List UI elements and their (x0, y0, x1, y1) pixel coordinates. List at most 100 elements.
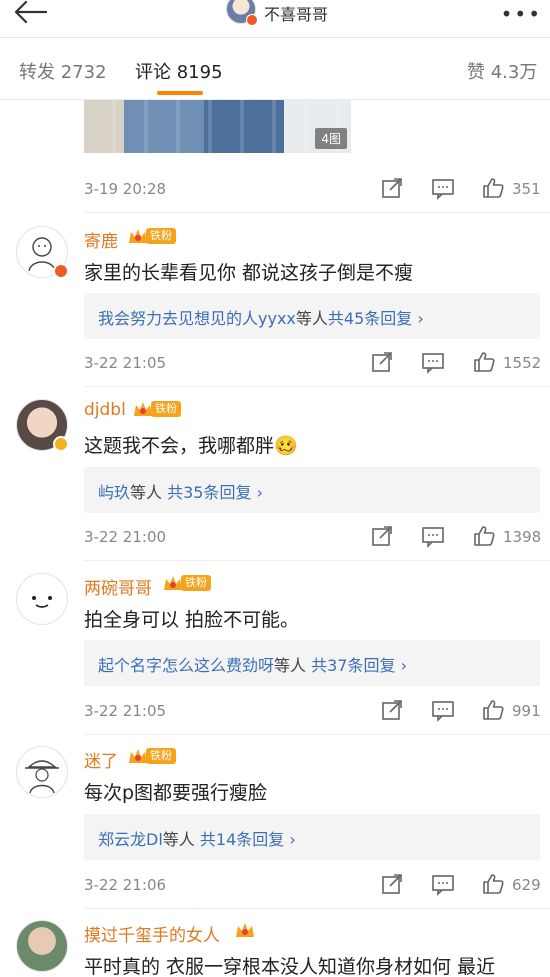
hat-figure-icon (25, 760, 59, 794)
fan-badge: 铁粉 (132, 399, 181, 419)
fan-tag: 铁粉 (181, 575, 211, 591)
reply-suffix: 等人 (162, 830, 195, 849)
fan-badge: 铁粉 (162, 573, 211, 593)
reply-suffix: 等人 (295, 309, 328, 328)
tab-reposts[interactable]: 转发 2732 (19, 58, 107, 84)
tab-likes[interactable]: 赞 4.3万 (467, 58, 537, 84)
like-count: 351 (512, 180, 541, 198)
more-options-icon[interactable]: ••• (501, 2, 542, 26)
comment-text: 拍全身可以 拍脸不可能。 (84, 609, 300, 631)
reply-summary[interactable]: 郑云龙Dl等人 共14条回复 › (84, 814, 540, 860)
reply-summary[interactable]: 我会努力去见想见的人yyxx等人共45条回复 › (84, 293, 540, 339)
reply-suffix: 等人 (130, 483, 163, 502)
crown-icon (236, 923, 254, 937)
post-time: 3-19 20:28 (84, 180, 167, 198)
reply-summary-text: 我会努力去见想见的人yyxx等人共45条回复 › (98, 305, 424, 329)
comment-time: 3-22 21:00 (84, 528, 167, 546)
reply-summary-text: 郑云龙Dl等人 共14条回复 › (98, 826, 296, 850)
chevron-right-icon: › (400, 656, 407, 675)
comment-icon[interactable] (421, 350, 445, 374)
reply-summary[interactable]: 屿玖等人 共35条回复 › (84, 467, 540, 513)
comment-text: 家里的长辈看见你 都说这孩子倒是不瘦 (84, 262, 414, 284)
comment-user-name[interactable]: 寄鹿 (84, 227, 118, 252)
share-icon[interactable] (370, 350, 394, 374)
comment-time: 3-22 21:06 (84, 876, 167, 894)
comment-text: 每次p图都要强行瘦脸 (84, 782, 268, 804)
like-count: 629 (512, 876, 541, 894)
divider (84, 386, 550, 387)
active-tab-indicator (157, 91, 203, 95)
reply-user: 我会努力去见想见的人yyxx (98, 309, 296, 328)
post-image[interactable]: 4图 (84, 100, 351, 153)
comment-icon[interactable] (431, 872, 455, 896)
smiley-face-icon (32, 596, 52, 608)
divider (84, 212, 550, 213)
share-icon[interactable] (380, 176, 404, 200)
fan-badge: 铁粉 (127, 746, 176, 766)
fan-badge: 铁粉 (127, 226, 176, 246)
tab-bar: 转发 2732 评论 8195 赞 4.3万 (0, 38, 550, 100)
reply-count: 共35条回复 (167, 483, 252, 502)
avatar[interactable] (16, 920, 68, 972)
avatar[interactable] (16, 399, 69, 452)
chevron-right-icon: › (256, 483, 263, 502)
share-icon[interactable] (380, 872, 404, 896)
reply-summary-text: 起个名字怎么这么费劲呀等人 共37条回复 › (98, 652, 407, 676)
fan-tag: 铁粉 (151, 401, 181, 417)
fan-tag: 铁粉 (146, 748, 176, 764)
verified-icon (53, 263, 69, 279)
chevron-right-icon: › (417, 309, 424, 328)
avatar[interactable] (16, 573, 68, 625)
comment-meta: 3-22 21:00 1398 (84, 524, 544, 550)
like-icon[interactable] (472, 524, 496, 548)
reply-count: 共14条回复 (199, 830, 285, 849)
fan-tag: 铁粉 (146, 228, 176, 244)
avatar[interactable] (16, 226, 69, 279)
comment-user-name[interactable]: 摸过千玺手的女人 (84, 921, 220, 946)
comment-icon[interactable] (431, 176, 455, 200)
image-count-badge: 4图 (315, 128, 347, 149)
reply-summary[interactable]: 起个名字怎么这么费劲呀等人 共37条回复 › (84, 640, 540, 686)
verified-icon (246, 14, 258, 26)
like-count: 991 (512, 702, 541, 720)
comment-user-name[interactable]: 两碗哥哥 (84, 574, 152, 599)
reply-user: 屿玖 (98, 483, 131, 502)
like-icon[interactable] (481, 872, 505, 896)
top-bar: 不喜哥哥 ••• (0, 0, 550, 38)
chevron-right-icon: › (289, 830, 296, 849)
share-icon[interactable] (370, 524, 394, 548)
verified-icon (53, 436, 69, 452)
comment-user-name[interactable]: djdbl (84, 400, 126, 420)
comment-text: 平时真的 衣服一穿根本没人知道你身材如何 最近 (84, 956, 496, 977)
reply-count: 共37条回复 (311, 656, 396, 675)
comment-meta: 3-22 21:05 991 (84, 698, 544, 724)
share-icon[interactable] (380, 698, 404, 722)
header-avatar[interactable] (226, 0, 258, 26)
divider (84, 560, 550, 561)
comment-time: 3-22 21:05 (84, 702, 167, 720)
back-arrow-icon[interactable] (12, 0, 48, 24)
reply-count: 共45条回复 (327, 309, 413, 328)
reply-summary-text: 屿玖等人 共35条回复 › (98, 479, 263, 503)
divider (84, 734, 550, 735)
like-icon[interactable] (481, 698, 505, 722)
reply-user: 起个名字怎么这么费劲呀 (98, 656, 275, 675)
like-icon[interactable] (472, 350, 496, 374)
header-user-name: 不喜哥哥 (264, 5, 329, 24)
tab-comments[interactable]: 评论 8195 (135, 58, 223, 84)
comment-meta: 3-22 21:06 629 (84, 872, 544, 898)
avatar[interactable] (16, 746, 68, 798)
comment-time: 3-22 21:05 (84, 354, 167, 372)
like-count: 1552 (503, 354, 542, 372)
reply-suffix: 等人 (274, 656, 307, 675)
comment-meta: 3-22 21:05 1552 (84, 350, 544, 376)
header-user[interactable]: 不喜哥哥 (226, 0, 328, 26)
comment-user-name[interactable]: 迷了 (84, 747, 118, 772)
fan-badge (234, 920, 256, 940)
comment-icon[interactable] (431, 698, 455, 722)
divider (84, 908, 550, 909)
comment-icon[interactable] (421, 524, 445, 548)
like-count: 1398 (503, 528, 542, 546)
like-icon[interactable] (481, 176, 505, 200)
comment-text: 这题我不会，我哪都胖🥴 (84, 435, 298, 457)
